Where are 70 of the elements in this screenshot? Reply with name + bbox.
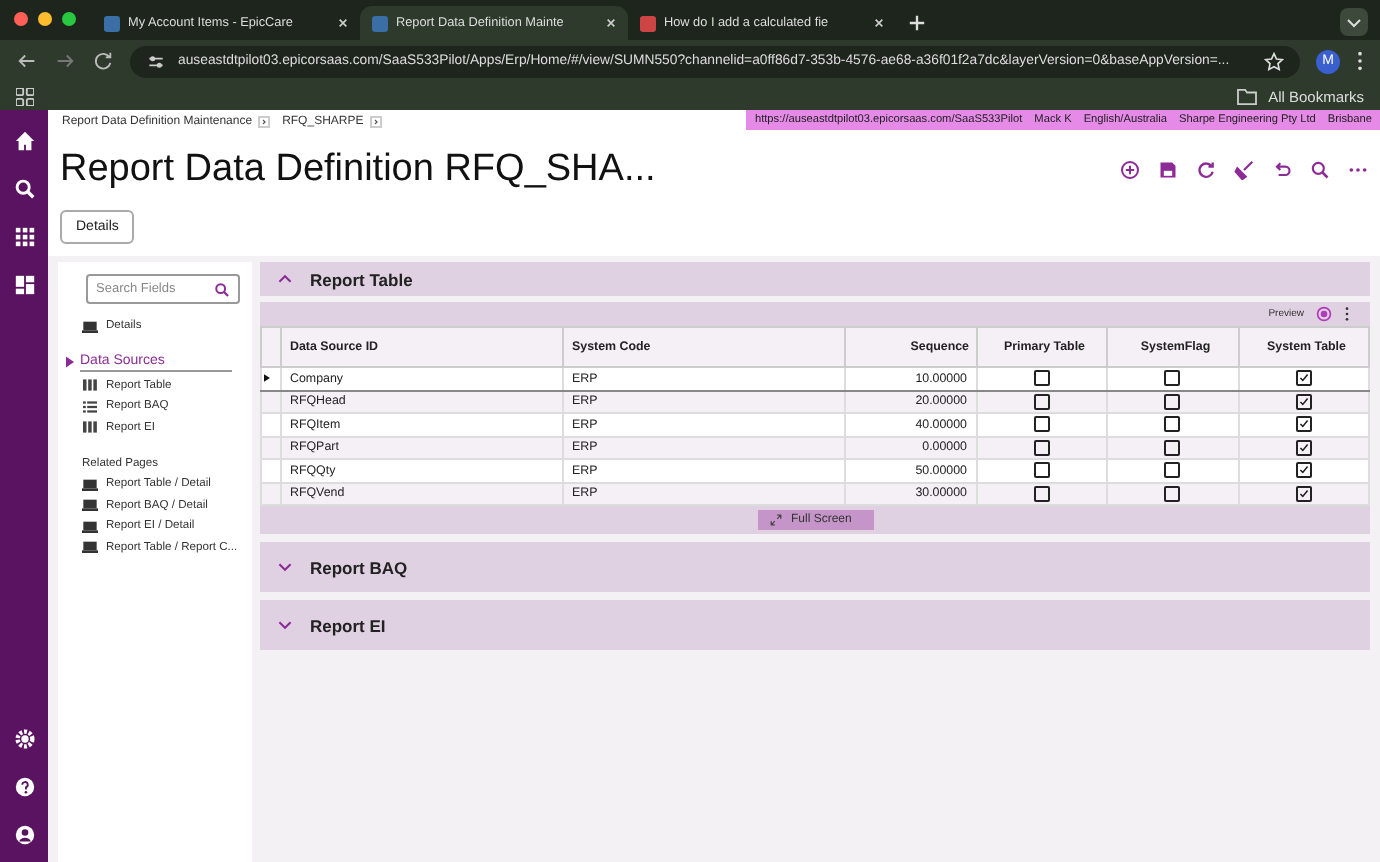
monitor-icon (82, 477, 98, 492)
tab-list-icon[interactable] (1340, 8, 1368, 36)
back-icon[interactable] (16, 50, 38, 72)
forward-icon (54, 50, 76, 72)
checkbox[interactable] (1033, 439, 1050, 456)
page-icon (640, 15, 656, 31)
search-icon[interactable] (214, 281, 230, 297)
checkbox[interactable] (1164, 462, 1181, 479)
close-icon[interactable] (606, 18, 616, 28)
panel-header[interactable]: Report BAQ (260, 542, 1370, 592)
reload-icon[interactable] (92, 50, 114, 72)
page-icon (104, 15, 120, 31)
monitor-icon (82, 540, 98, 555)
checkbox[interactable] (1033, 416, 1050, 433)
expand-icon (769, 513, 781, 525)
checkbox[interactable] (1033, 370, 1050, 387)
chevron-icon[interactable] (278, 274, 292, 284)
close-icon[interactable] (874, 18, 884, 28)
checkbox[interactable] (1295, 393, 1312, 410)
panel-title: Report EI (310, 615, 386, 635)
bookmark-star-icon[interactable] (1264, 51, 1284, 71)
list-icon (82, 399, 98, 414)
chevron-icon[interactable] (278, 562, 292, 572)
dashboard-icon[interactable] (13, 274, 35, 296)
more-icon[interactable] (1344, 306, 1350, 322)
checkbox[interactable] (1295, 485, 1312, 502)
checkbox[interactable] (1295, 439, 1312, 456)
columns-icon (82, 378, 98, 393)
checkbox[interactable] (1164, 439, 1181, 456)
close-icon[interactable] (338, 18, 348, 28)
checkbox[interactable] (1164, 416, 1181, 433)
help-icon[interactable] (13, 776, 35, 798)
checkbox[interactable] (1295, 416, 1312, 433)
row-pointer-icon (264, 374, 270, 383)
panel-title: Report BAQ (310, 557, 408, 577)
apps-grid-icon[interactable] (13, 226, 35, 248)
caret-icon[interactable] (66, 356, 74, 368)
checkbox[interactable] (1033, 393, 1050, 410)
refresh-icon[interactable] (1196, 160, 1216, 180)
panel-title: Report Table (310, 269, 413, 289)
checkbox[interactable] (1295, 462, 1312, 479)
monitor-icon (82, 519, 98, 534)
new-tab-icon[interactable] (908, 14, 926, 32)
monitor-icon (82, 498, 98, 513)
apps-grid-icon[interactable] (16, 87, 34, 105)
search-icon[interactable] (1310, 160, 1330, 180)
folder-icon (1236, 87, 1259, 105)
checkbox[interactable] (1295, 370, 1312, 387)
checkbox[interactable] (1033, 462, 1050, 479)
panel-header[interactable]: Report Table (260, 262, 1370, 296)
search-icon[interactable] (13, 178, 35, 200)
page-title: Report Data Definition RFQ_SHA... (60, 148, 656, 192)
monitor-icon (82, 319, 98, 334)
checkbox[interactable] (1164, 370, 1181, 387)
undo-icon[interactable] (1272, 160, 1292, 180)
more-icon[interactable] (1356, 50, 1364, 72)
settings-icon[interactable] (13, 728, 35, 750)
chevron-icon[interactable] (278, 620, 292, 630)
site-settings-icon[interactable] (146, 51, 166, 71)
clear-brush-icon[interactable] (1234, 160, 1254, 180)
columns-icon (82, 420, 98, 435)
window-controls-icon[interactable] (14, 12, 76, 26)
user-icon[interactable] (13, 824, 35, 846)
page-icon (372, 15, 388, 31)
checkbox[interactable] (1164, 485, 1181, 502)
checkbox[interactable] (1164, 393, 1181, 410)
save-icon[interactable] (1158, 160, 1178, 180)
home-icon[interactable] (13, 130, 35, 152)
panel-header[interactable]: Report EI (260, 600, 1370, 650)
checkbox[interactable] (1033, 485, 1050, 502)
